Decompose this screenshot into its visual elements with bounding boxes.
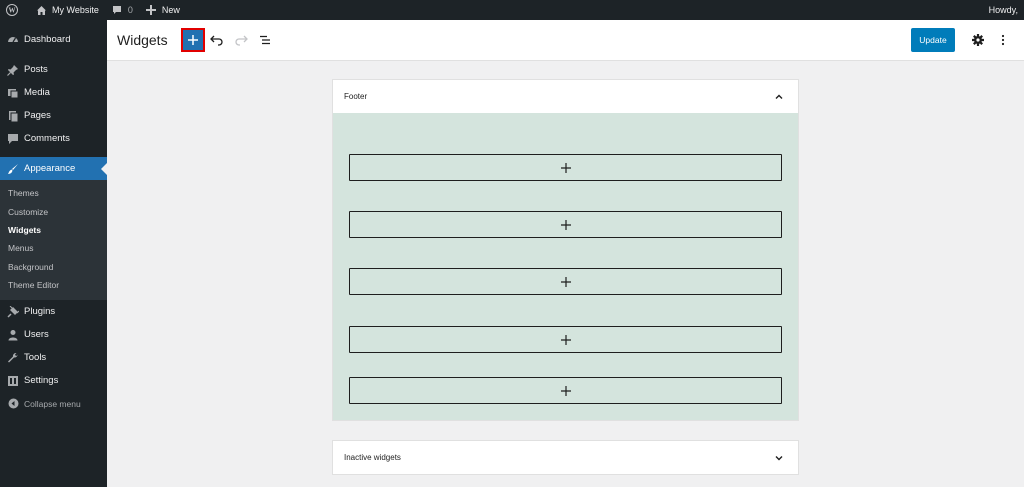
add-block-button[interactable] [349, 211, 782, 238]
sidebar-item-label: Comments [24, 133, 70, 144]
sidebar-item-pages[interactable]: Pages [0, 104, 107, 127]
undo-button[interactable] [207, 30, 227, 50]
comment-icon [7, 133, 19, 145]
inactive-widgets-area: Inactive widgets [332, 440, 799, 475]
submenu-item-menus[interactable]: Menus [0, 239, 107, 257]
plug-icon [7, 305, 19, 318]
plus-icon [187, 34, 199, 46]
submenu-item-background[interactable]: Background [0, 258, 107, 276]
sidebar-item-posts[interactable]: Posts [0, 58, 107, 81]
settings-icon [7, 375, 19, 387]
admin-sidebar: Dashboard Posts Media Pages Comments App… [0, 20, 107, 487]
sidebar-item-label: Pages [24, 110, 51, 121]
submenu-item-widgets[interactable]: Widgets [0, 221, 107, 239]
sidebar-item-settings[interactable]: Settings [0, 369, 107, 392]
submenu-item-customize[interactable]: Customize [0, 202, 107, 220]
comment-icon [111, 4, 123, 16]
media-icon [7, 87, 19, 99]
appearance-submenu: Themes Customize Widgets Menus Backgroun… [0, 180, 107, 301]
sidebar-item-comments[interactable]: Comments [0, 127, 107, 150]
editor-header: Widgets Update [107, 20, 1024, 61]
sidebar-item-label: Media [24, 87, 50, 98]
update-button[interactable]: Update [911, 28, 955, 52]
submenu-item-themes[interactable]: Themes [0, 184, 107, 202]
plus-icon [560, 385, 571, 396]
sidebar-item-label: Plugins [24, 306, 56, 318]
brush-icon [7, 163, 19, 175]
add-block-button[interactable] [349, 154, 782, 181]
wrench-icon [7, 352, 19, 364]
redo-icon [234, 33, 248, 47]
user-icon [7, 329, 19, 341]
footer-area-content [333, 113, 798, 420]
sidebar-item-appearance[interactable]: Appearance [0, 157, 107, 180]
chevron-down-icon[interactable] [772, 451, 786, 465]
comments-link[interactable]: 0 [105, 0, 139, 20]
submenu-item-theme-editor[interactable]: Theme Editor [0, 276, 107, 294]
page-title: Widgets [117, 32, 168, 48]
sidebar-item-media[interactable]: Media [0, 81, 107, 104]
wordpress-logo[interactable]: W [0, 0, 29, 20]
new-content-link[interactable]: New [139, 0, 186, 20]
dashboard-icon [7, 34, 19, 46]
sidebar-item-label: Appearance [24, 163, 76, 174]
collapse-icon [7, 398, 19, 410]
inactive-widgets-header[interactable]: Inactive widgets [333, 441, 798, 474]
sidebar-item-label: Users [24, 329, 49, 341]
my-account-link[interactable]: Howdy, [989, 0, 1018, 20]
site-name-link[interactable]: My Website [29, 0, 105, 20]
wordpress-icon: W [6, 4, 18, 16]
home-icon [35, 4, 47, 16]
sidebar-item-label: Tools [24, 352, 47, 364]
undo-icon [210, 33, 224, 47]
more-vertical-icon [998, 33, 1008, 47]
footer-area-title: Footer [344, 92, 368, 101]
pages-icon [7, 110, 19, 122]
sidebar-item-plugins[interactable]: Plugins [0, 300, 107, 323]
footer-area-header[interactable]: Footer [333, 80, 798, 113]
sidebar-item-users[interactable]: Users [0, 323, 107, 346]
block-inserter-button[interactable] [181, 28, 205, 52]
new-label: New [161, 5, 180, 15]
admin-bar: W My Website 0 New Howdy, [0, 0, 1024, 20]
list-view-button[interactable] [255, 30, 275, 50]
sidebar-item-label: Settings [24, 375, 59, 387]
svg-text:W: W [9, 7, 16, 15]
plus-icon [560, 276, 571, 287]
list-view-icon [258, 33, 272, 47]
add-block-button[interactable] [349, 268, 782, 295]
howdy-text: Howdy, [988, 5, 1018, 15]
comments-count: 0 [127, 5, 133, 15]
options-button[interactable] [993, 30, 1013, 50]
settings-button[interactable] [968, 30, 988, 50]
sidebar-item-label: Dashboard [24, 34, 71, 45]
inactive-widgets-title: Inactive widgets [344, 453, 401, 462]
sidebar-item-dashboard[interactable]: Dashboard [0, 28, 107, 51]
site-name: My Website [52, 5, 99, 15]
add-block-button[interactable] [349, 326, 782, 353]
collapse-menu-label: Collapse menu [24, 398, 81, 409]
sidebar-item-tools[interactable]: Tools [0, 346, 107, 369]
footer-widget-area: Footer [332, 79, 799, 421]
collapse-menu-button[interactable]: Collapse menu [0, 392, 107, 415]
chevron-up-icon[interactable] [772, 90, 786, 104]
plus-icon [560, 334, 571, 345]
plus-icon [560, 162, 571, 173]
add-block-button[interactable] [349, 377, 782, 404]
pin-icon [7, 64, 19, 76]
redo-button[interactable] [231, 30, 251, 50]
plus-icon [560, 219, 571, 230]
plus-icon [145, 4, 157, 16]
sidebar-item-label: Posts [24, 64, 48, 75]
gear-icon [971, 33, 985, 47]
